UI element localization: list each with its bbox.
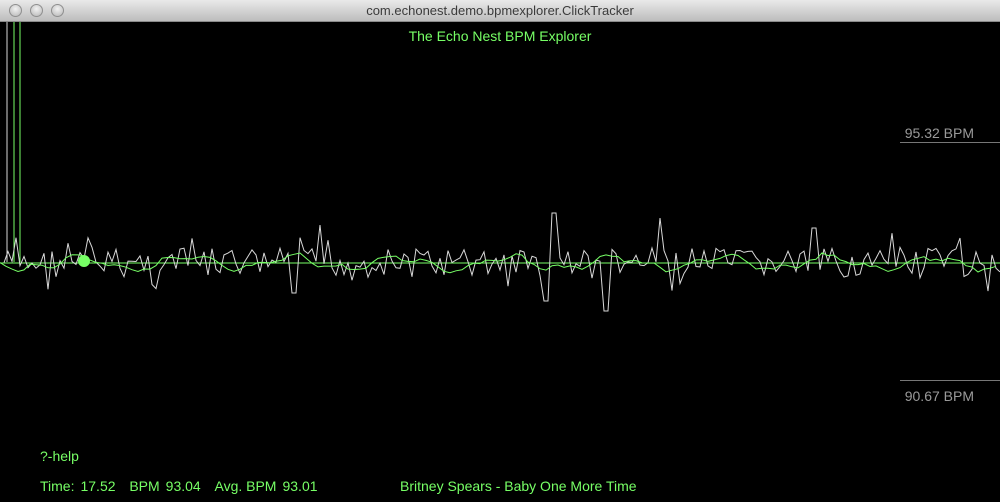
avg-bpm-label: Avg. BPM xyxy=(214,478,277,494)
app-title: The Echo Nest BPM Explorer xyxy=(408,28,592,44)
time-value: 17.52 xyxy=(80,478,116,494)
bpm-graph xyxy=(0,22,1000,312)
bpm-value: 93.04 xyxy=(165,478,201,494)
start-markers xyxy=(6,22,21,262)
upper-bpm-label: 95.32 BPM xyxy=(904,125,974,141)
help-hint[interactable]: ?-help xyxy=(40,448,79,464)
lower-bpm-line xyxy=(900,380,1000,381)
time-label: Time: xyxy=(40,478,75,494)
lower-bpm-label: 90.67 BPM xyxy=(904,388,974,404)
track-title: Britney Spears - Baby One More Time xyxy=(400,478,637,494)
bpm-label: BPM xyxy=(129,478,160,494)
bpm-trace xyxy=(3,212,1000,312)
upper-bpm-line xyxy=(900,142,1000,143)
playhead-dot xyxy=(78,255,90,267)
avg-bpm-value: 93.01 xyxy=(282,478,318,494)
status-bar: Time: 17.52 BPM 93.04 Avg. BPM 93.01 xyxy=(40,478,324,494)
